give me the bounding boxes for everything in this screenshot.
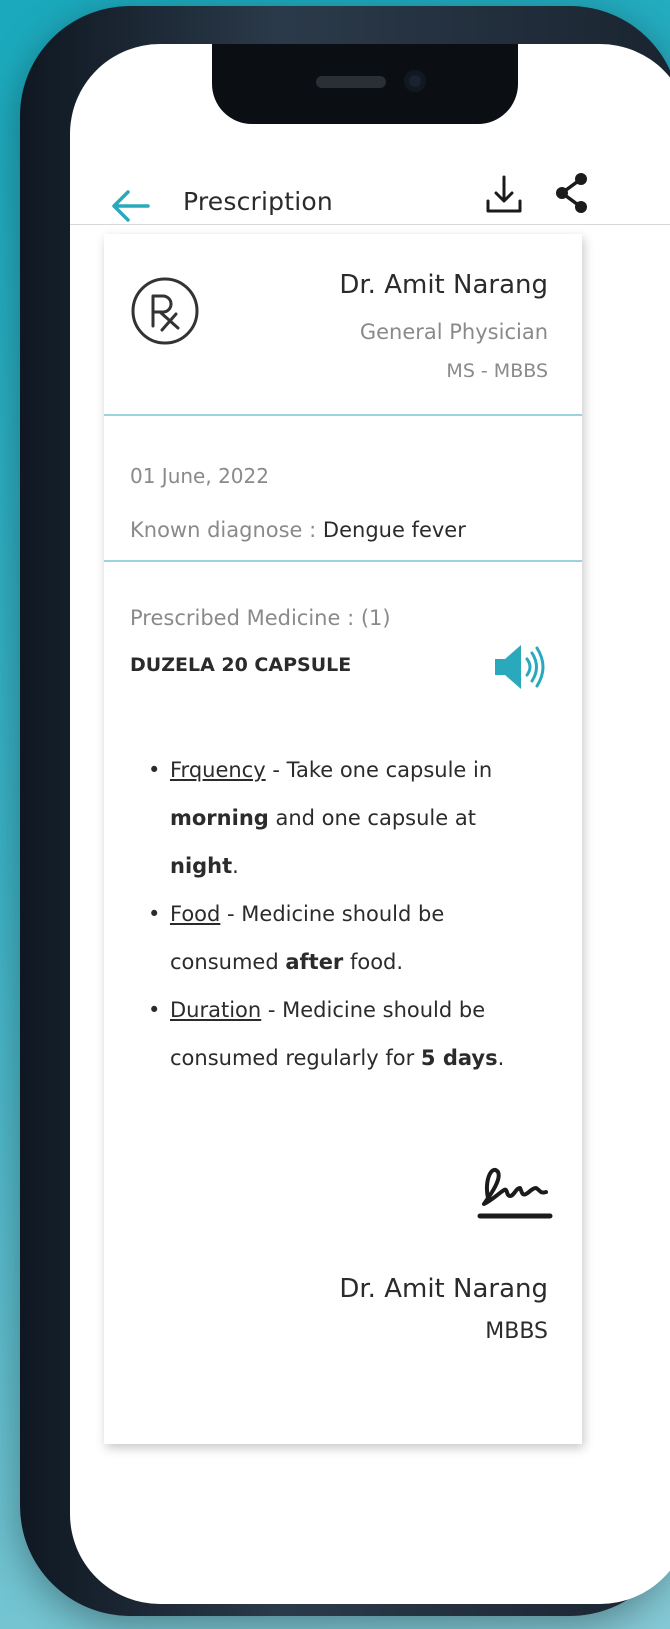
instruction-food: Food - Medicine should be consumed after… xyxy=(148,890,548,986)
phone-frame: Prescription Dr. Amit Narang General Phy… xyxy=(20,6,670,1616)
download-button[interactable] xyxy=(484,172,524,218)
instruction-emphasis: night xyxy=(170,854,233,878)
signature-doctor-name: Dr. Amit Narang xyxy=(339,1274,548,1304)
doctor-name: Dr. Amit Narang xyxy=(339,270,548,300)
diagnosis-row: Known diagnose : Dengue fever xyxy=(130,518,466,542)
instruction-text: - Take one capsule in xyxy=(265,758,493,782)
frequency-label[interactable]: Frquency xyxy=(170,758,266,782)
rx-icon xyxy=(131,277,199,345)
share-icon xyxy=(556,173,587,213)
duration-label[interactable]: Duration xyxy=(170,998,261,1022)
prescribed-medicine-row: Prescribed Medicine : (1) xyxy=(130,606,391,630)
phone-screen: Prescription Dr. Amit Narang General Phy… xyxy=(70,44,670,1604)
diagnosis-value: Dengue fever xyxy=(322,518,466,542)
arrow-left-icon xyxy=(112,190,150,222)
app-header: Prescription xyxy=(70,44,670,225)
instruction-text: . xyxy=(232,854,239,878)
instruction-emphasis: 5 days xyxy=(420,1046,498,1070)
instruction-text: . xyxy=(497,1046,505,1070)
speaker-icon xyxy=(495,645,545,689)
play-audio-button[interactable] xyxy=(490,638,548,696)
signature-doctor-degree: MBBS xyxy=(485,1319,548,1344)
page-title: Prescription xyxy=(183,187,333,216)
instruction-text: food. xyxy=(343,950,404,974)
instruction-frequency: Frquency - Take one capsule in morning a… xyxy=(148,746,548,890)
doctor-degree: MS - MBBS xyxy=(446,360,548,382)
signature-icon xyxy=(477,1168,553,1219)
instruction-emphasis: after xyxy=(285,950,344,974)
section-divider xyxy=(104,414,582,416)
diagnosis-label: Known diagnose : xyxy=(130,518,317,542)
instruction-text: and one capsule at xyxy=(268,806,476,830)
doctor-specialty: General Physician xyxy=(359,320,548,344)
medicine-name: DUZELA 20 CAPSULE xyxy=(130,654,352,676)
back-button[interactable] xyxy=(108,186,152,226)
instructions-list: Frquency - Take one capsule in morning a… xyxy=(148,746,548,1082)
prescribed-label: Prescribed Medicine : xyxy=(130,606,355,630)
prescription-date: 01 June, 2022 xyxy=(130,464,269,488)
food-label[interactable]: Food xyxy=(170,902,220,926)
download-icon xyxy=(486,175,522,213)
instruction-emphasis: morning xyxy=(170,806,269,830)
prescription-card: Dr. Amit Narang General Physician MS - M… xyxy=(104,234,582,1444)
share-button[interactable] xyxy=(552,170,590,216)
prescribed-count: (1) xyxy=(360,606,391,630)
instruction-duration: Duration - Medicine should be consumed r… xyxy=(148,986,548,1082)
section-divider xyxy=(104,560,582,562)
